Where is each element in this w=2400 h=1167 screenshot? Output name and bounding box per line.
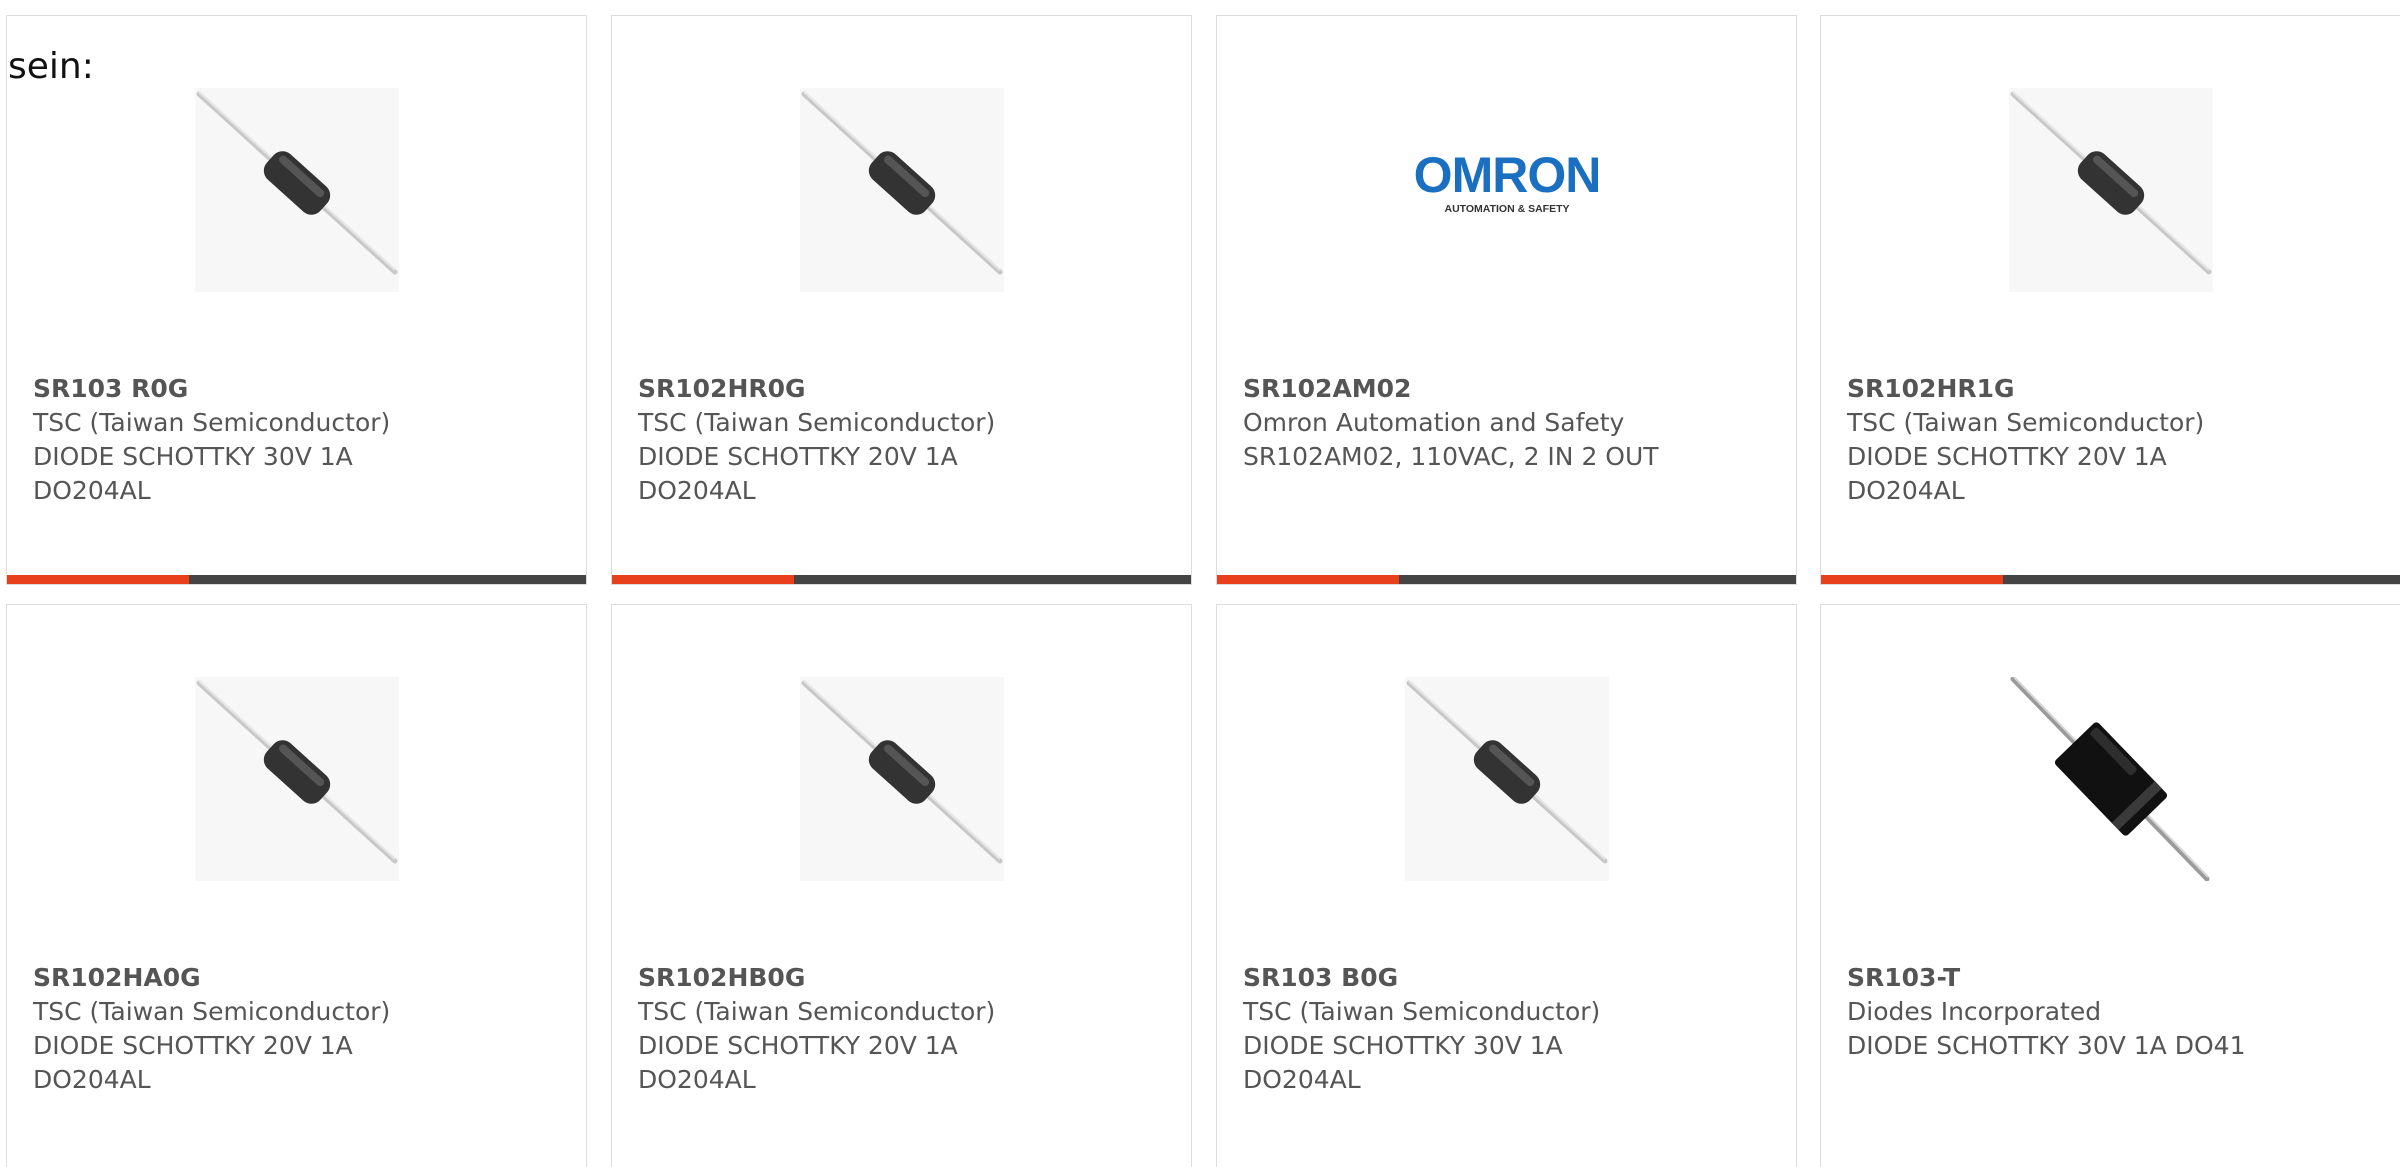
product-image[interactable]: [2008, 677, 2213, 881]
lead-text: sein:: [8, 46, 94, 87]
product-card[interactable]: SR102HB0G TSC (Taiwan Semiconductor) DIO…: [611, 604, 1192, 1167]
card-accent: [612, 575, 794, 584]
description-line: DO204AL: [638, 476, 756, 505]
part-number[interactable]: SR103-T: [1847, 961, 2389, 995]
card-bottom-bar: [7, 575, 586, 584]
description-line: DO204AL: [1847, 476, 1965, 505]
manufacturer: TSC (Taiwan Semiconductor): [33, 997, 391, 1026]
axial-diode-icon: [801, 680, 1002, 864]
part-number[interactable]: SR102HR0G: [638, 372, 1171, 406]
manufacturer: TSC (Taiwan Semiconductor): [1847, 408, 2205, 437]
product-card[interactable]: SR103-T Diodes Incorporated DIODE SCHOTT…: [1820, 604, 2400, 1167]
product-image[interactable]: [194, 677, 399, 881]
product-image[interactable]: [194, 88, 399, 292]
axial-diode-icon: [1406, 680, 1607, 864]
axial-diode-icon: [196, 680, 397, 864]
part-number[interactable]: SR102HR1G: [1847, 372, 2389, 406]
description-line: DIODE SCHOTTKY 30V 1A: [1243, 1031, 1563, 1060]
product-card[interactable]: OMRON AUTOMATION & SAFETY SR102AM02 Omro…: [1216, 15, 1797, 585]
axial-diode-icon: [2010, 91, 2211, 275]
do41-diode-icon: [2010, 677, 2209, 881]
card-bottom-bar: [612, 575, 1191, 584]
logo-wordmark: OMRON: [1413, 147, 1600, 203]
description-line: DIODE SCHOTTKY 20V 1A: [638, 1031, 958, 1060]
card-accent: [7, 575, 189, 584]
manufacturer: Omron Automation and Safety: [1243, 408, 1625, 437]
description-line: DO204AL: [33, 1065, 151, 1094]
product-image[interactable]: [1404, 677, 1609, 881]
logo-tagline: AUTOMATION & SAFETY: [1444, 203, 1569, 215]
part-number[interactable]: SR102AM02: [1243, 372, 1776, 406]
product-card[interactable]: SR102HR0G TSC (Taiwan Semiconductor) DIO…: [611, 15, 1192, 585]
axial-diode-icon: [801, 91, 1002, 275]
product-card[interactable]: SR103 B0G TSC (Taiwan Semiconductor) DIO…: [1216, 604, 1797, 1167]
manufacturer: TSC (Taiwan Semiconductor): [33, 408, 391, 437]
card-bottom-bar: [1821, 575, 2400, 584]
product-image[interactable]: [799, 677, 1004, 881]
card-accent: [1217, 575, 1399, 584]
card-accent: [1821, 575, 2003, 584]
product-card[interactable]: SR102HA0G TSC (Taiwan Semiconductor) DIO…: [6, 604, 587, 1167]
product-image[interactable]: [799, 88, 1004, 292]
product-grid-page: SR103 R0G TSC (Taiwan Semiconductor) DIO…: [0, 0, 2400, 1167]
axial-diode-icon: [196, 91, 397, 275]
product-card[interactable]: SR102HR1G TSC (Taiwan Semiconductor) DIO…: [1820, 15, 2400, 585]
description-line: DIODE SCHOTTKY 30V 1A DO41: [1847, 1031, 2246, 1060]
manufacturer: TSC (Taiwan Semiconductor): [638, 408, 996, 437]
description-line: SR102AM02, 110VAC, 2 IN 2 OUT: [1243, 442, 1659, 471]
part-number[interactable]: SR103 B0G: [1243, 961, 1776, 995]
description-line: DO204AL: [1243, 1065, 1361, 1094]
part-number[interactable]: SR103 R0G: [33, 372, 566, 406]
card-bottom-bar: [1217, 575, 1796, 584]
description-line: DO204AL: [638, 1065, 756, 1094]
omron-logo-icon: OMRON AUTOMATION & SAFETY: [1413, 147, 1601, 215]
product-image[interactable]: OMRON AUTOMATION & SAFETY: [1404, 88, 1609, 292]
description-line: DIODE SCHOTTKY 20V 1A: [638, 442, 958, 471]
part-number[interactable]: SR102HA0G: [33, 961, 566, 995]
description-line: DIODE SCHOTTKY 20V 1A: [33, 1031, 353, 1060]
product-image[interactable]: [2008, 88, 2213, 292]
manufacturer: Diodes Incorporated: [1847, 997, 2102, 1026]
manufacturer: TSC (Taiwan Semiconductor): [638, 997, 996, 1026]
part-number[interactable]: SR102HB0G: [638, 961, 1171, 995]
description-line: DIODE SCHOTTKY 20V 1A: [1847, 442, 2167, 471]
product-card[interactable]: SR103 R0G TSC (Taiwan Semiconductor) DIO…: [6, 15, 587, 585]
description-line: DO204AL: [33, 476, 151, 505]
manufacturer: TSC (Taiwan Semiconductor): [1243, 997, 1601, 1026]
description-line: DIODE SCHOTTKY 30V 1A: [33, 442, 353, 471]
